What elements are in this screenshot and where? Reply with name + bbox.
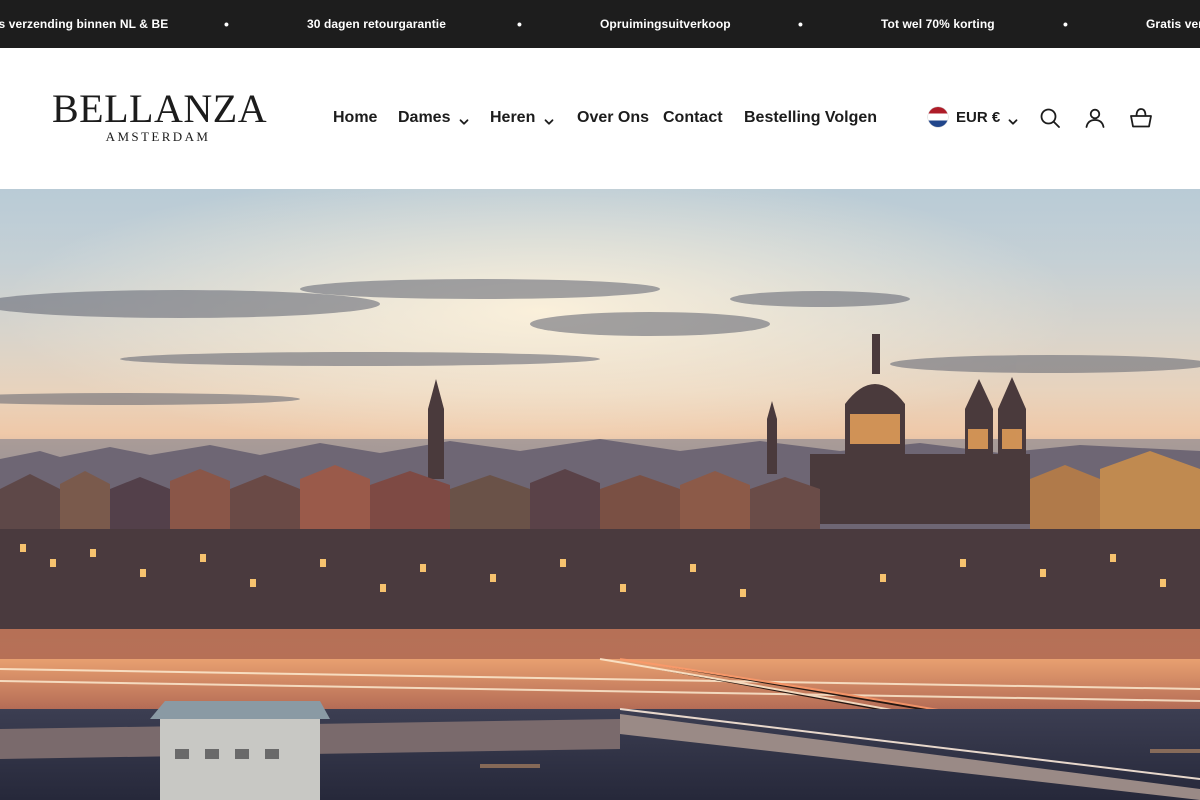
cart-icon[interactable] [1129, 106, 1153, 130]
nav-dames-label: Dames [398, 109, 451, 126]
site-header: BELLANZA AMSTERDAM Home Dames Heren Over… [0, 48, 1200, 189]
announcement-separator: • [1063, 16, 1069, 32]
chevron-down-icon [544, 111, 554, 125]
hero-banner[interactable] [0, 189, 1200, 800]
nav-over-ons-label: Over Ons [577, 109, 650, 126]
netherlands-flag-icon [928, 107, 948, 128]
nav-bestelling-volgen[interactable]: Bestelling Volgen [744, 106, 877, 130]
nav-home-label: Home [333, 109, 378, 126]
nav-bestelling-volgen-label: Bestelling Volgen [744, 109, 878, 126]
account-icon[interactable] [1083, 106, 1107, 130]
announcement-message: Gratis verzending binnen NL & BE [0, 17, 169, 31]
logo-brand: BELLANZA [52, 86, 268, 131]
announcement-message: Gratis verzending binnen NL & BE [1146, 17, 1200, 31]
nav-heren[interactable]: Heren [490, 106, 554, 130]
announcement-message: 30 dagen retourgarantie [307, 17, 447, 31]
nav-contact[interactable]: Contact [663, 106, 723, 130]
search-icon[interactable] [1038, 106, 1062, 130]
announcement-bar: Gratis verzending binnen NL & BE • 30 da… [0, 0, 1200, 48]
chevron-down-icon [459, 111, 469, 125]
announcement-separator: • [798, 16, 804, 32]
nav-over-ons[interactable]: Over Ons [577, 106, 649, 130]
announcement-separator: • [224, 16, 230, 32]
brand-logo[interactable]: BELLANZA AMSTERDAM [52, 86, 268, 150]
announcement-message: Opruimingsuitverkoop [600, 17, 731, 31]
amsterdam-skyline-image [0, 189, 1200, 800]
nav-heren-label: Heren [490, 109, 536, 126]
chevron-down-icon [1008, 112, 1018, 125]
nav-dames[interactable]: Dames [398, 106, 469, 130]
currency-selector[interactable]: EUR € [928, 107, 1018, 129]
currency-code: EUR € [956, 109, 1001, 127]
announcement-message: Tot wel 70% korting [881, 17, 995, 31]
nav-contact-label: Contact [663, 109, 723, 126]
nav-home[interactable]: Home [333, 106, 377, 130]
logo-city: AMSTERDAM [105, 129, 211, 144]
announcement-separator: • [517, 16, 523, 32]
